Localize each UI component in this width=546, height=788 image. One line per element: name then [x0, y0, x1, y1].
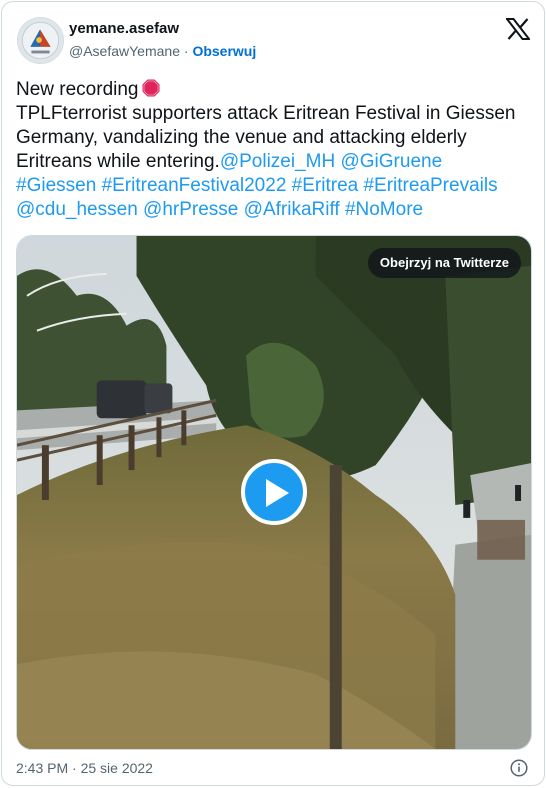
stop-sign-icon — [142, 79, 160, 97]
author-handle[interactable]: @AsefawYemane — [69, 43, 180, 59]
tweet-timestamp[interactable]: 2:43 PM · 25 sie 2022 — [16, 760, 153, 776]
tweet-card: yemane.asefaw @AsefawYemane · Obserwuj N… — [1, 1, 545, 786]
hashtag-eritrea[interactable]: #Eritrea — [292, 175, 359, 196]
handle-separator: · — [179, 43, 193, 59]
video-player[interactable]: Obejrzyj na Twitterze — [16, 235, 532, 750]
mention-polizei[interactable]: @Polizei_MH — [220, 151, 335, 172]
tweet-text: New recording TPLFterrorist supporters a… — [16, 78, 536, 222]
watch-on-twitter-button[interactable]: Obejrzyj na Twitterze — [367, 248, 521, 278]
tweet-line-1-text: New recording — [16, 79, 139, 100]
follow-button[interactable]: Obserwuj — [192, 43, 256, 59]
tweet-line-6: @cdu_hessen @hrPresse @AfrikaRiff #NoMor… — [16, 198, 536, 222]
tweet-line-1: New recording — [16, 78, 536, 102]
play-button[interactable] — [241, 459, 307, 525]
mention-afrikariff[interactable]: @AfrikaRiff — [244, 199, 340, 220]
hashtag-eritrea-prevails[interactable]: #EritreaPrevails — [363, 175, 497, 196]
author-display-name[interactable]: yemane.asefaw — [69, 20, 179, 37]
mention-cdu-hessen[interactable]: @cdu_hessen — [16, 199, 138, 220]
mention-gigruene[interactable]: @GiGruene — [340, 151, 442, 172]
tweet-line-4-text: Eritreans while entering. — [16, 151, 220, 172]
info-icon[interactable] — [510, 759, 528, 777]
tweet-header: yemane.asefaw @AsefawYemane · Obserwuj — [16, 15, 530, 67]
tweet-footer: 2:43 PM · 25 sie 2022 — [16, 759, 530, 779]
avatar[interactable] — [17, 17, 64, 64]
tweet-line-3: Germany, vandalizing the venue and attac… — [16, 127, 467, 148]
tweet-line-5: #Giessen #EritreanFestival2022 #Eritrea … — [16, 174, 536, 198]
author-handle-row: @AsefawYemane · Obserwuj — [69, 43, 256, 59]
play-icon — [266, 479, 289, 507]
mention-hrpresse[interactable]: @hrPresse — [143, 199, 238, 220]
hashtag-eritrean-festival[interactable]: #EritreanFestival2022 — [102, 175, 287, 196]
profile-avatar-icon — [18, 18, 63, 63]
hashtag-nomore[interactable]: #NoMore — [345, 199, 423, 220]
x-logo-icon[interactable] — [506, 18, 530, 40]
tweet-line-2: TPLFterrorist supporters attack Eritrean… — [16, 103, 516, 124]
hashtag-giessen[interactable]: #Giessen — [16, 175, 96, 196]
tweet-line-4: Eritreans while entering.@Polizei_MH @Gi… — [16, 150, 536, 174]
